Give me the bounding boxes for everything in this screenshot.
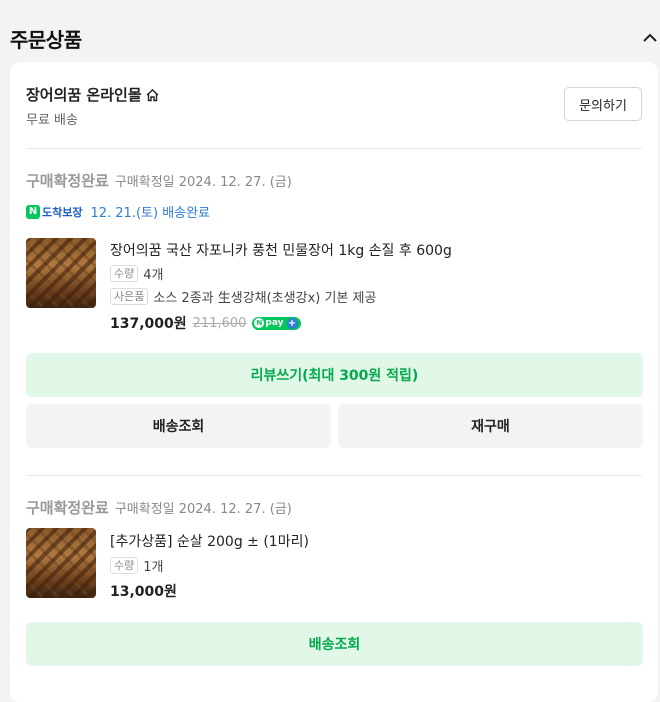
store-name: 장어의꿈 온라인몰 (26, 86, 142, 104)
chevron-up-icon (643, 33, 657, 42)
quantity-tag: 수량 (110, 557, 139, 574)
gift-value: 소스 2종과 生생강채(초생강x) 기본 제공 (153, 291, 377, 306)
track-delivery-button[interactable]: 배송조회 (26, 404, 331, 448)
gift-line: 사은품 소스 2종과 生생강채(초생강x) 기본 제공 (110, 287, 376, 306)
section-title: 주문상품 (10, 28, 82, 52)
confirm-date: 구매확정일 2024. 12. 27. (금) (114, 502, 292, 517)
reorder-button[interactable]: 재구매 (338, 404, 643, 448)
product-thumbnail[interactable] (26, 528, 96, 598)
product-name[interactable]: [추가상품] 순살 200g ± (1마리) (110, 531, 309, 551)
divider (26, 148, 642, 149)
quantity-line: 수량 4개 (110, 264, 163, 283)
price-line: 13,000원 (110, 581, 177, 601)
track-delivery-button[interactable]: 배송조회 (26, 622, 643, 666)
npay-badge: N pay + (252, 316, 301, 330)
order-status: 구매확정완료 (26, 499, 109, 517)
delivery-status[interactable]: 12. 21.(토) 배송완료 (90, 202, 210, 221)
delivery-line: N 도착보장 12. 21.(토) 배송완료 (26, 202, 210, 221)
guarantee-badge: N 도착보장 (26, 204, 82, 220)
naver-n-icon: N (26, 204, 40, 219)
price: 13,000원 (110, 584, 177, 600)
quantity-value: 4개 (143, 268, 164, 283)
gift-tag: 사은품 (110, 288, 149, 305)
naver-n-icon: N (254, 318, 265, 328)
price-line: 137,000원 211,600 N pay + (110, 313, 301, 333)
order-status: 구매확정완료 (26, 172, 109, 190)
quantity-value: 1개 (143, 560, 164, 575)
confirm-date: 구매확정일 2024. 12. 27. (금) (114, 175, 292, 190)
price: 137,000원 (110, 316, 187, 332)
section-header: 주문상품 (0, 0, 660, 62)
store-shipping: 무료 배송 (26, 113, 78, 128)
store-name-link[interactable]: 장어의꿈 온라인몰 (26, 84, 160, 105)
collapse-button[interactable] (640, 26, 660, 48)
quantity-line: 수량 1개 (110, 556, 163, 575)
write-review-button[interactable]: 리뷰쓰기(최대 300원 적립) (26, 353, 643, 397)
order-status-line: 구매확정완료 구매확정일 2024. 12. 27. (금) (26, 170, 292, 191)
home-icon (146, 88, 159, 101)
order-card: 장어의꿈 온라인몰 무료 배송 문의하기 구매확정완료 구매확정일 2024. … (10, 62, 658, 702)
original-price: 211,600 (192, 315, 247, 331)
inquiry-button[interactable]: 문의하기 (564, 87, 642, 121)
divider (26, 475, 642, 476)
quantity-tag: 수량 (110, 265, 139, 282)
order-status-line: 구매확정완료 구매확정일 2024. 12. 27. (금) (26, 497, 292, 518)
product-thumbnail[interactable] (26, 238, 96, 308)
product-name[interactable]: 장어의꿈 국산 자포니카 풍천 민물장어 1kg 손질 후 600g (110, 240, 452, 260)
plus-icon: + (286, 317, 298, 329)
